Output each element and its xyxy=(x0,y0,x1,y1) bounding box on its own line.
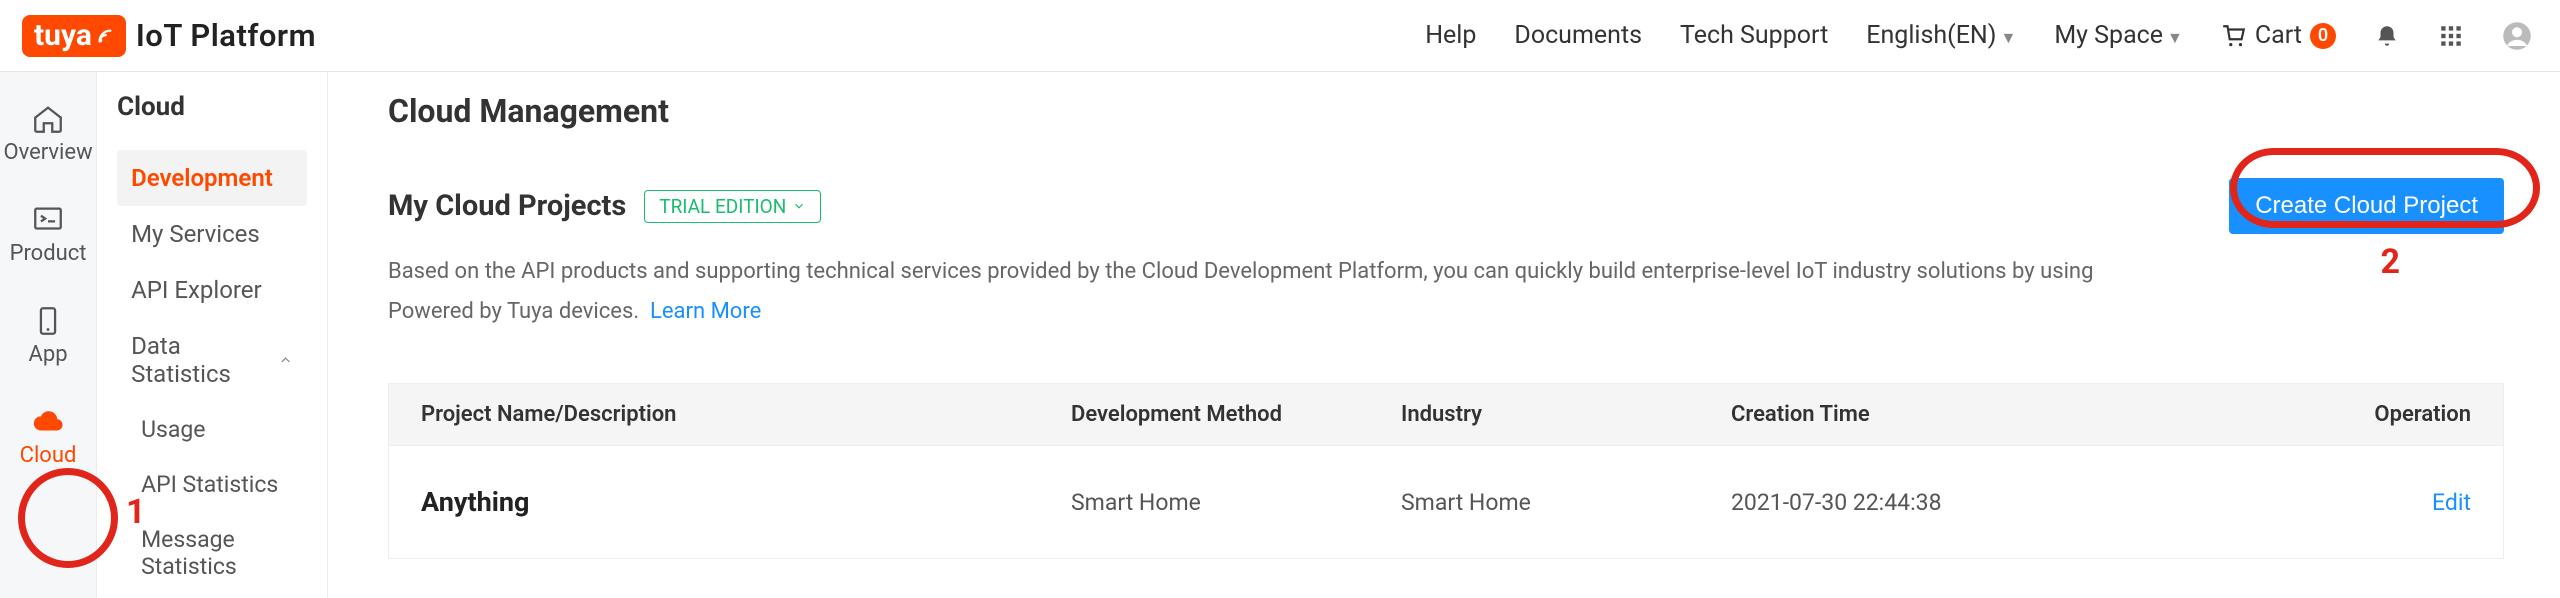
edit-link[interactable]: Edit xyxy=(2251,489,2471,516)
projects-table: Project Name/Description Development Met… xyxy=(388,383,2504,559)
col-creation-time: Creation Time xyxy=(1731,402,2251,427)
rail-product[interactable]: Product xyxy=(10,203,87,266)
subnav-message-statistics[interactable]: Message Statistics xyxy=(117,512,307,594)
section-description: Based on the API products and supporting… xyxy=(388,252,2148,331)
annotation-number-2: 2 xyxy=(2380,242,2400,282)
subnav-message-statistics-label: Message Statistics xyxy=(141,526,293,580)
topbar: tuya IoT Platform Help Documents Tech Su… xyxy=(0,0,2560,72)
cart-label: Cart xyxy=(2255,21,2302,50)
cloud-icon xyxy=(31,405,65,439)
logo-text: tuya xyxy=(34,21,92,51)
edition-label: TRIAL EDITION xyxy=(659,195,786,218)
learn-more-link[interactable]: Learn More xyxy=(650,299,761,324)
annotation-circle-2 xyxy=(2230,148,2540,228)
rail-cloud[interactable]: Cloud xyxy=(20,405,77,468)
subnav-title: Cloud xyxy=(117,92,307,122)
section-title: My Cloud Projects xyxy=(388,189,626,223)
rail-app-label: App xyxy=(29,342,68,367)
col-operation: Operation xyxy=(2251,402,2471,427)
subnav-development-label: Development xyxy=(131,164,273,192)
subnav-my-services-label: My Services xyxy=(131,220,260,248)
phone-icon xyxy=(31,304,65,338)
cell-project-name: Anything xyxy=(421,486,1071,518)
description-text: Based on the API products and supporting… xyxy=(388,259,2093,324)
subnav-usage[interactable]: Usage xyxy=(117,402,307,457)
platform-name: IoT Platform xyxy=(136,17,316,54)
cell-industry: Smart Home xyxy=(1401,489,1731,516)
subnav-api-explorer-label: API Explorer xyxy=(131,276,262,304)
bell-icon xyxy=(2374,23,2400,49)
user-icon xyxy=(2502,21,2532,51)
home-icon xyxy=(31,102,65,136)
subnav-api-statistics[interactable]: API Statistics xyxy=(117,457,307,512)
chevron-down-icon: ▼ xyxy=(2167,28,2183,47)
subnav-api-explorer[interactable]: API Explorer xyxy=(117,262,307,318)
subnav-data-statistics[interactable]: Data Statistics xyxy=(117,318,307,402)
apps-grid-button[interactable] xyxy=(2438,23,2464,49)
signal-icon xyxy=(96,27,114,45)
subnav-my-services[interactable]: My Services xyxy=(117,206,307,262)
subnav-development[interactable]: Development xyxy=(117,150,307,206)
my-space-label: My Space xyxy=(2054,21,2163,50)
rail-cloud-label: Cloud xyxy=(20,443,77,468)
chevron-up-icon xyxy=(278,352,293,368)
rail-app[interactable]: App xyxy=(29,304,68,367)
cell-method: Smart Home xyxy=(1071,489,1401,516)
rail-product-label: Product xyxy=(10,241,87,266)
chevron-down-icon: ▼ xyxy=(2000,28,2016,47)
rail-overview[interactable]: Overview xyxy=(3,102,92,165)
cart-link[interactable]: Cart 0 xyxy=(2221,21,2336,50)
cart-count-badge: 0 xyxy=(2310,23,2336,49)
notifications-button[interactable] xyxy=(2374,23,2400,49)
cell-creation-time: 2021-07-30 22:44:38 xyxy=(1731,489,2251,516)
tuya-logo-badge: tuya xyxy=(22,15,126,57)
col-project: Project Name/Description xyxy=(421,402,1071,427)
col-method: Development Method xyxy=(1071,402,1401,427)
col-industry: Industry xyxy=(1401,402,1731,427)
edition-badge[interactable]: TRIAL EDITION xyxy=(644,190,821,223)
language-selector[interactable]: English(EN)▼ xyxy=(1866,21,2016,50)
nav-documents[interactable]: Documents xyxy=(1514,21,1642,50)
terminal-icon xyxy=(31,203,65,237)
subnav-api-statistics-label: API Statistics xyxy=(141,471,278,498)
annotation-number-1: 1 xyxy=(126,492,146,532)
main-content: Cloud Management My Cloud Projects TRIAL… xyxy=(328,72,2560,598)
nav-tech-support[interactable]: Tech Support xyxy=(1680,21,1828,50)
annotation-circle-1 xyxy=(18,468,118,568)
my-space-dropdown[interactable]: My Space▼ xyxy=(2054,21,2183,50)
brand-logo[interactable]: tuya IoT Platform xyxy=(22,15,316,57)
table-header-row: Project Name/Description Development Met… xyxy=(388,383,2504,445)
left-rail: Overview Product App Cloud 1 xyxy=(0,72,97,598)
subnav-data-statistics-label: Data Statistics xyxy=(131,332,278,388)
page-title: Cloud Management xyxy=(388,92,2504,130)
table-row[interactable]: Anything Smart Home Smart Home 2021-07-3… xyxy=(388,445,2504,559)
section-header: My Cloud Projects TRIAL EDITION Create C… xyxy=(388,178,2504,234)
account-button[interactable] xyxy=(2502,21,2532,51)
subnav-usage-label: Usage xyxy=(141,416,205,443)
rail-overview-label: Overview xyxy=(3,140,92,165)
chevron-down-icon xyxy=(792,199,806,213)
apps-icon xyxy=(2438,23,2464,49)
topbar-right: Help Documents Tech Support English(EN)▼… xyxy=(1425,21,2532,51)
nav-help[interactable]: Help xyxy=(1425,21,1476,50)
cart-icon xyxy=(2221,23,2247,49)
language-label: English(EN) xyxy=(1866,21,1996,50)
